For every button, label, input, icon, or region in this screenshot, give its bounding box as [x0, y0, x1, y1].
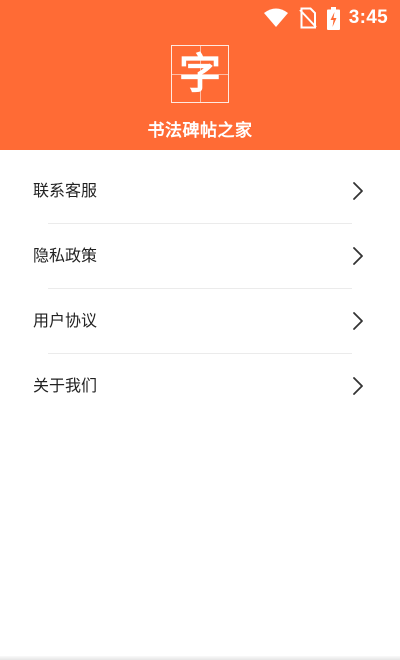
menu-item-label: 关于我们 [33, 376, 98, 395]
navigation-bar-edge [0, 656, 400, 660]
settings-menu: 联系客服 隐私政策 用户协议 关于我们 [0, 159, 400, 419]
status-icons: 3:45 [263, 6, 388, 30]
menu-item-user-agreement[interactable]: 用户协议 [0, 289, 400, 354]
menu-item-label: 联系客服 [33, 181, 98, 200]
menu-item-label: 用户协议 [33, 311, 98, 330]
menu-item-contact-service[interactable]: 联系客服 [0, 159, 400, 224]
menu-item-about-us[interactable]: 关于我们 [0, 354, 400, 419]
chevron-right-icon [353, 312, 363, 330]
logo-glyph: 字 [178, 49, 221, 98]
no-sim-icon [299, 7, 317, 29]
menu-item-label: 隐私政策 [33, 246, 98, 265]
app-logo: 字 [171, 45, 229, 103]
app-name: 书法碑帖之家 [147, 121, 253, 141]
chevron-right-icon [353, 247, 363, 265]
app-header: 3:45 字 书法碑帖之家 [0, 0, 400, 150]
menu-item-privacy-policy[interactable]: 隐私政策 [0, 224, 400, 289]
chevron-right-icon [353, 377, 363, 395]
battery-charging-icon [326, 6, 340, 30]
chevron-right-icon [353, 182, 363, 200]
status-time: 3:45 [348, 7, 388, 28]
status-bar: 3:45 [0, 0, 400, 36]
wifi-icon [263, 8, 289, 28]
